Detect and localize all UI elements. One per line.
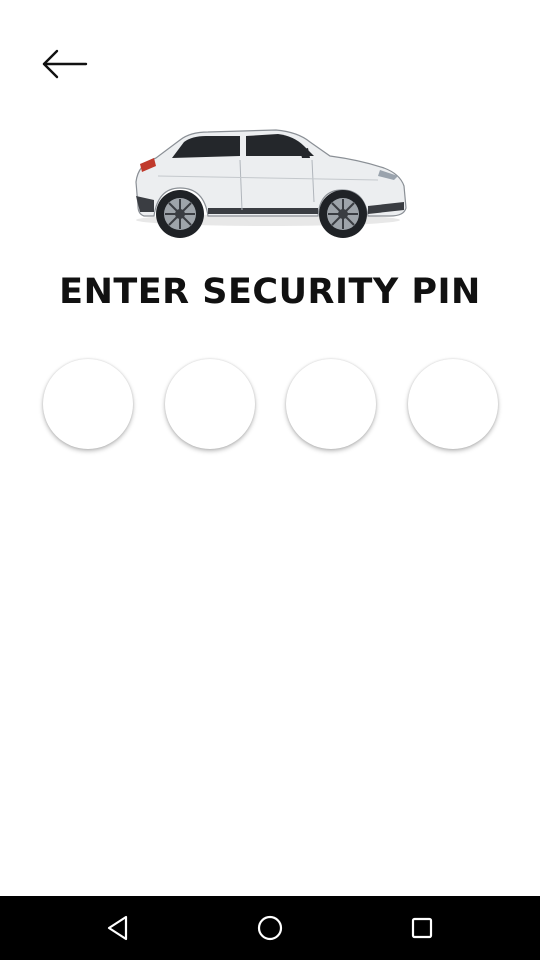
pin-input-row: [0, 358, 540, 454]
pin-digit-2-field[interactable]: [165, 359, 255, 449]
nav-home-button[interactable]: [250, 908, 290, 948]
system-navigation-bar: [0, 896, 540, 960]
triangle-back-icon: [107, 915, 128, 941]
circle-home-icon: [257, 915, 283, 941]
nav-back-button[interactable]: [98, 908, 138, 948]
pin-digit-1-field[interactable]: [43, 359, 133, 449]
nav-recents-button[interactable]: [402, 908, 442, 948]
square-recents-icon: [411, 917, 433, 939]
back-button[interactable]: [36, 44, 92, 84]
page-title: ENTER SECURITY PIN: [59, 272, 481, 312]
pin-digit-3-field[interactable]: [286, 359, 376, 449]
arrow-left-icon: [42, 49, 88, 79]
pin-digit-4-field[interactable]: [408, 359, 498, 449]
car-image: [135, 129, 407, 238]
